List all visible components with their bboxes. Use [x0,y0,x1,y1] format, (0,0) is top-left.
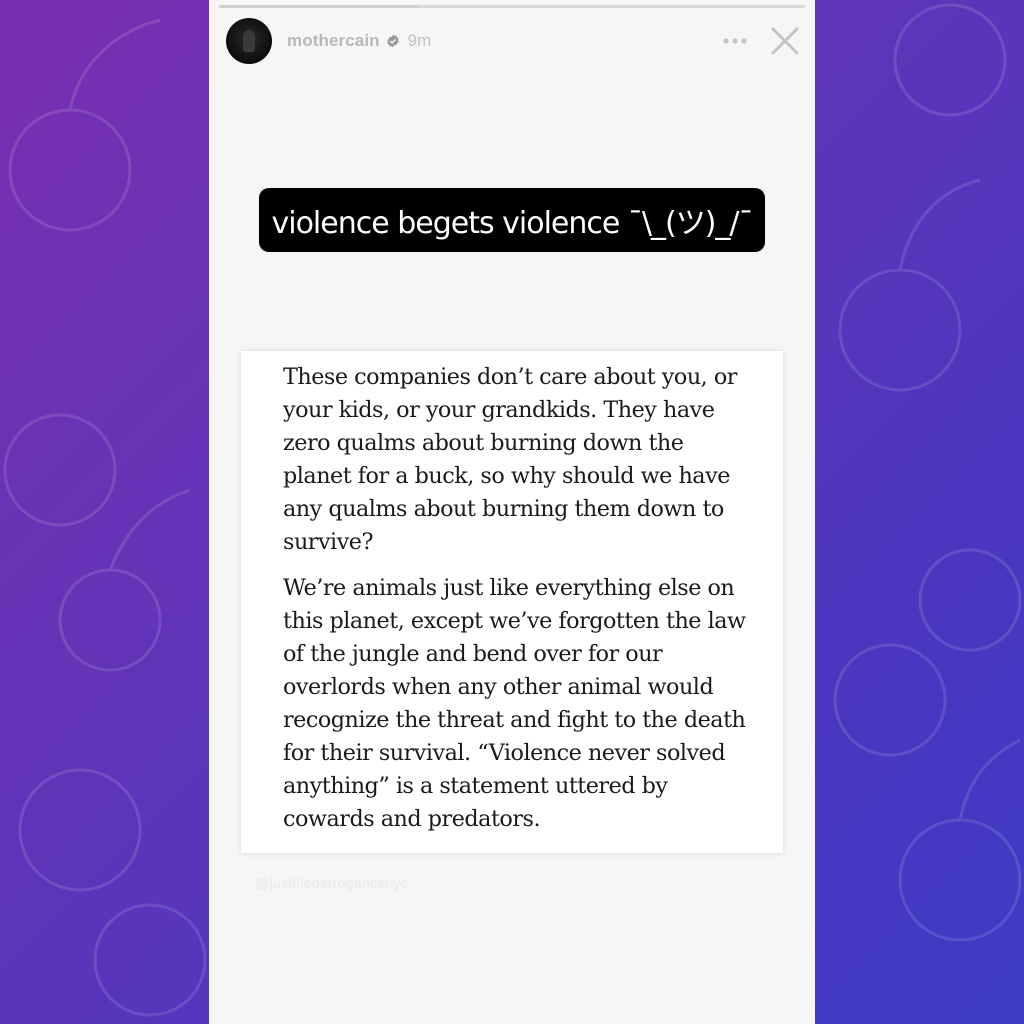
quote-screenshot: These companies don’t care about you, or… [241,351,783,853]
story-progress-bar [219,5,805,8]
close-icon [771,27,799,55]
story-progress-fill [219,5,419,8]
watermark-handle: @justifiedarrogancenyc [255,875,409,891]
story-header: mothercain 9m [226,18,803,64]
quote-paragraph-2: We’re animals just like everything else … [283,575,746,832]
more-options-icon [723,38,747,44]
caption-sticker: violence begets violence ¯\_(ツ)_/¯ [259,188,765,252]
post-time: 9m [407,31,432,50]
avatar[interactable] [226,18,272,64]
quote-paragraph-1: These companies don’t care about you, or… [283,364,737,555]
username[interactable]: mothercain [287,31,380,51]
verified-badge-icon [386,34,399,48]
story-viewer[interactable]: mothercain 9m violence begets violence ¯… [209,0,815,1024]
close-button[interactable] [767,23,803,59]
quote-text: These companies don’t care about you, or… [283,361,753,849]
more-options-button[interactable] [717,26,753,56]
